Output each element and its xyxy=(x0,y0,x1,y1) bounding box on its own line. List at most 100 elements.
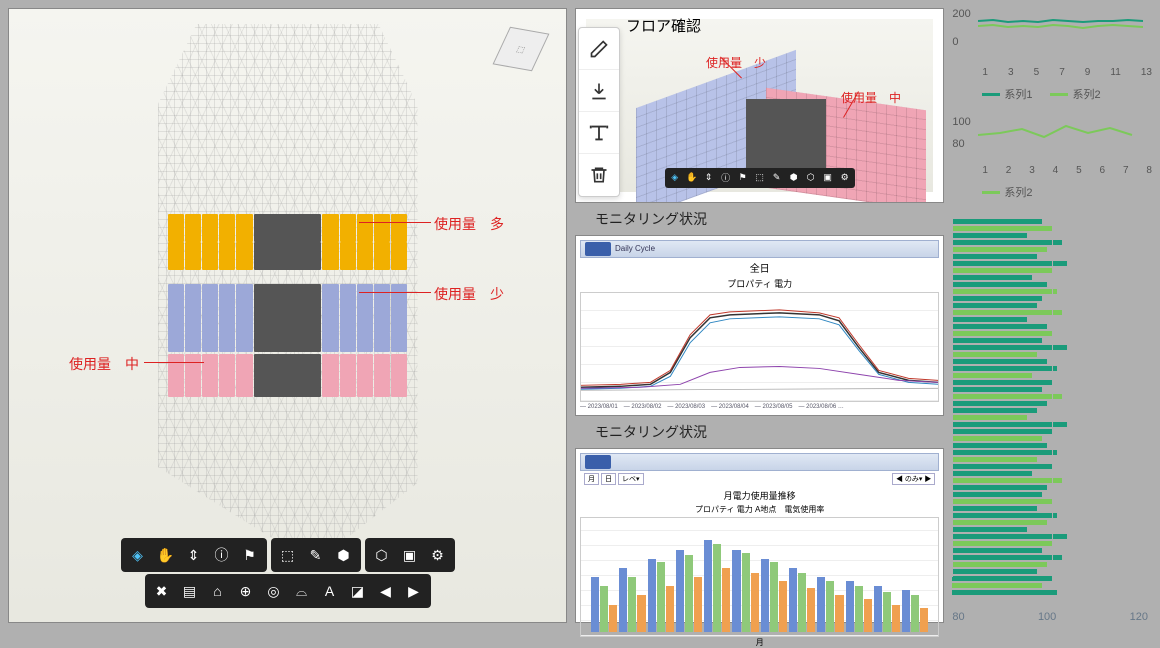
pencil-icon[interactable] xyxy=(579,28,619,70)
pan-icon[interactable]: ✋ xyxy=(153,542,179,568)
prev-icon[interactable]: ◀ xyxy=(373,578,399,604)
chart2-tab[interactable]: 月 xyxy=(584,473,599,485)
download-icon[interactable] xyxy=(579,70,619,112)
chart1-legend: — 2023/08/01 — 2023/08/02 — 2023/08/03 —… xyxy=(580,404,939,411)
text-tool-icon[interactable] xyxy=(579,112,619,154)
main-3d-viewer[interactable]: 使用量 多 使用量 少 使用量 中 ⬚ ◈ ✋ ⇕ ⓘ ⚑ ⬚ ✎ ⬢ ⬡ ▣ … xyxy=(8,8,567,623)
properties-icon[interactable]: ▣ xyxy=(397,542,423,568)
chart1-title-l1: 全日 xyxy=(580,260,939,275)
section-icon[interactable]: ⬚ xyxy=(275,542,301,568)
hbar-tick: 100 xyxy=(1038,611,1056,623)
walk-icon[interactable]: ⓘ xyxy=(209,542,235,568)
chart-logo-icon xyxy=(585,242,611,256)
legend-label: 系列2 xyxy=(1072,86,1100,102)
tower-model[interactable] xyxy=(158,24,418,564)
trash-icon[interactable] xyxy=(579,154,619,196)
measure-icon[interactable]: ✎ xyxy=(769,170,785,186)
text-icon[interactable]: A xyxy=(317,578,343,604)
fly-icon[interactable]: ⚑ xyxy=(237,542,263,568)
settings-icon[interactable]: ⚙ xyxy=(837,170,853,186)
monitor2-title: モニタリング状況 xyxy=(575,422,944,442)
shade-icon[interactable]: ◪ xyxy=(345,578,371,604)
chart2-tab[interactable]: レベ▾ xyxy=(618,473,644,485)
legend-label: 系列2 xyxy=(1004,184,1032,200)
label-usage-low: 使用量 少 xyxy=(434,284,504,304)
walk-icon[interactable]: ⓘ xyxy=(718,170,734,186)
cube-icon[interactable]: ⬢ xyxy=(331,542,357,568)
chart2-title-l2: プロパティ 電力 A地点 電気使用率 xyxy=(580,504,939,515)
hierarchy-icon[interactable]: ⬡ xyxy=(369,542,395,568)
fly-icon[interactable]: ⚑ xyxy=(735,170,751,186)
label-usage-high: 使用量 多 xyxy=(434,214,504,234)
chart1-plot-area[interactable] xyxy=(580,292,939,402)
next-icon[interactable]: ▶ xyxy=(401,578,427,604)
spark1-x: 5 xyxy=(1034,67,1040,78)
floor-panel-title: フロア確認 xyxy=(626,15,701,36)
chart2-tab[interactable]: 日 xyxy=(601,473,616,485)
spark1-x: 7 xyxy=(1059,67,1065,78)
orbit-icon[interactable]: ◈ xyxy=(667,170,683,186)
monitor1-title: モニタリング状況 xyxy=(575,209,944,229)
viewer-toolbar-primary: ◈ ✋ ⇕ ⓘ ⚑ ⬚ ✎ ⬢ ⬡ ▣ ⚙ xyxy=(121,538,455,572)
chart-logo-icon xyxy=(585,455,611,469)
spark2-x: 8 xyxy=(1146,165,1152,176)
floor-band-mid[interactable] xyxy=(168,354,408,378)
horizontal-bar-chart[interactable] xyxy=(952,214,1152,599)
viewer-toolbar-secondary: ✖ ▤ ⌂ ⊕ ◎ ⌓ A ◪ ◀ ▶ xyxy=(145,574,431,608)
hierarchy-icon[interactable]: ⬡ xyxy=(803,170,819,186)
hbar-tick: 120 xyxy=(1130,611,1148,623)
layers-icon[interactable]: ▤ xyxy=(177,578,203,604)
sparkline-1[interactable]: 200 0 1 3 5 7 9 11 13 xyxy=(952,8,1152,78)
properties-icon[interactable]: ▣ xyxy=(820,170,836,186)
spark2-y0: 100 xyxy=(952,116,970,128)
spark2-x: 5 xyxy=(1076,165,1082,176)
spark1-y0: 200 xyxy=(952,8,970,20)
spark2-legend: 系列2 xyxy=(952,184,1152,200)
pan-icon[interactable]: ✋ xyxy=(684,170,700,186)
label-usage-mid: 使用量 中 xyxy=(69,354,139,374)
spark2-x: 3 xyxy=(1029,165,1035,176)
chart1-title-l2: プロパティ 電力 xyxy=(580,277,939,290)
section-icon[interactable]: ⬚ xyxy=(752,170,768,186)
hbar-axis: 80 100 120 xyxy=(952,611,1152,623)
floor-band-low-3[interactable] xyxy=(168,332,408,352)
close-icon[interactable]: ✖ xyxy=(149,578,175,604)
home-icon[interactable]: ⌂ xyxy=(205,578,231,604)
chart2-plot-area[interactable] xyxy=(580,517,939,637)
spark2-x: 6 xyxy=(1100,165,1106,176)
spark1-x: 9 xyxy=(1085,67,1091,78)
sparkline-2[interactable]: 100 80 1 2 3 4 5 6 7 8 xyxy=(952,116,1152,176)
floor-band-high[interactable] xyxy=(168,214,408,242)
spark1-x: 13 xyxy=(1141,67,1152,78)
floor-band-low-2[interactable] xyxy=(168,309,408,333)
spark1-x: 1 xyxy=(982,67,988,78)
floor-band-high-2[interactable] xyxy=(168,242,408,270)
floor-band-low[interactable] xyxy=(168,284,408,312)
focus-icon[interactable]: ◎ xyxy=(261,578,287,604)
leader-line xyxy=(359,222,431,223)
label-usage-low-floor: 使用量 少 xyxy=(706,54,766,71)
chart2-header xyxy=(580,453,939,471)
chart2-xlabel: 月 xyxy=(580,637,939,648)
spark2-y1: 80 xyxy=(952,138,970,150)
hbar-tick: 80 xyxy=(952,611,964,623)
spark1-y1: 0 xyxy=(952,36,970,48)
cube-icon[interactable]: ⬢ xyxy=(786,170,802,186)
settings-icon[interactable]: ⚙ xyxy=(425,542,451,568)
floor-3d-scene[interactable]: 使用量 少 使用量 中 ◈ ✋ ⇕ ⓘ ⚑ ⬚ ✎ ⬢ ⬡ ▣ ⚙ xyxy=(586,19,933,192)
spark2-x: 1 xyxy=(982,165,988,176)
leader-line xyxy=(144,362,204,363)
updown-icon[interactable]: ⇕ xyxy=(181,542,207,568)
measure-icon[interactable]: ✎ xyxy=(303,542,329,568)
updown-icon[interactable]: ⇕ xyxy=(701,170,717,186)
floor-mini-toolbar: ◈ ✋ ⇕ ⓘ ⚑ ⬚ ✎ ⬢ ⬡ ▣ ⚙ xyxy=(665,168,855,188)
chart2-ctrl[interactable]: ◀ のみ▾ ▶ xyxy=(892,473,935,485)
floor-check-panel: 使用量 少 使用量 中 ◈ ✋ ⇕ ⓘ ⚑ ⬚ ✎ ⬢ ⬡ ▣ ⚙ xyxy=(575,8,944,203)
chart2-title-l1: 月電力使用量推移 xyxy=(580,489,939,502)
floor-band-mid-2[interactable] xyxy=(168,377,408,397)
floor-core[interactable] xyxy=(746,99,826,169)
orbit-icon[interactable]: ◈ xyxy=(125,542,151,568)
target-icon[interactable]: ⊕ xyxy=(233,578,259,604)
chart1-header: Daily Cycle xyxy=(580,240,939,258)
clip-icon[interactable]: ⌓ xyxy=(289,578,315,604)
